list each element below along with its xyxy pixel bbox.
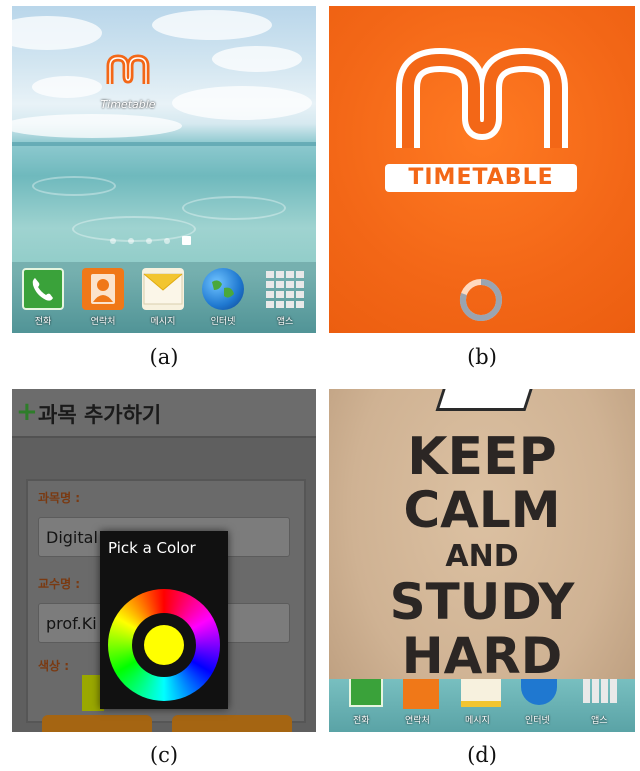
globe-icon[interactable] xyxy=(521,679,557,705)
poster-line: AND xyxy=(445,539,519,574)
color-picker-dialog: Pick a Color xyxy=(100,531,228,709)
page-dot-selected xyxy=(182,236,191,245)
water-ripple xyxy=(32,176,116,196)
page-indicator xyxy=(110,236,191,245)
keep-calm-panel: KEEP CALM AND STUDY HARD 전화 연락처 메시지 인터넷 … xyxy=(329,389,635,732)
phone-icon[interactable] xyxy=(349,679,383,707)
dock-label: 연락처 xyxy=(405,716,430,726)
header-divider xyxy=(12,436,316,438)
phone-icon xyxy=(22,268,64,310)
dock-label: 앱스 xyxy=(591,716,608,726)
cloud xyxy=(12,16,102,50)
picker-title: Pick a Color xyxy=(108,539,196,557)
dock-item-apps[interactable]: 앱스 xyxy=(262,268,308,327)
contacts-icon[interactable] xyxy=(403,679,439,709)
caption-a: (a) xyxy=(149,345,179,369)
apps-grid-icon xyxy=(264,268,306,310)
horizon-line xyxy=(12,142,316,146)
book-graphic xyxy=(435,389,537,411)
brand-wordmark-plate: TIMETABLE xyxy=(385,164,577,192)
cancel-button[interactable] xyxy=(172,715,292,732)
plus-icon: + xyxy=(16,397,38,427)
cloud xyxy=(212,46,302,72)
app-label[interactable]: Timetable xyxy=(92,98,164,111)
page-dot xyxy=(164,237,170,244)
caption-b: (b) xyxy=(467,345,497,369)
color-wheel[interactable] xyxy=(108,589,220,701)
dock-item-contacts[interactable]: 연락처 xyxy=(80,268,126,327)
course-name-label: 과목명 : xyxy=(38,491,81,505)
contacts-icon xyxy=(82,268,124,310)
splash-screen-panel: TIMETABLE xyxy=(329,6,635,333)
dock-item-internet[interactable]: 인터넷 xyxy=(200,268,246,327)
dock-label: 인터넷 xyxy=(525,716,550,726)
brand-wordmark: TIMETABLE xyxy=(408,165,554,190)
poster-line: CALM xyxy=(403,481,561,539)
dock-label: 연락처 xyxy=(90,317,116,327)
dock-label: 앱스 xyxy=(276,317,294,327)
dock-label: 전화 xyxy=(34,317,52,327)
page-dot xyxy=(110,237,116,244)
poster-line: HARD xyxy=(401,627,563,685)
dock-item-messages[interactable]: 메시지 xyxy=(140,268,186,327)
dock-bar: 전화 연락처 메시지 인터넷 앱스 xyxy=(329,679,635,732)
page-title: 과목 추가하기 xyxy=(38,403,162,427)
timetable-logo-icon xyxy=(396,48,568,148)
dock-label: 메시지 xyxy=(465,716,490,726)
timetable-app-icon[interactable] xyxy=(106,54,150,88)
message-icon xyxy=(142,268,184,310)
add-course-panel: + 과목 추가하기 과목명 : Digital 교수명 : prof.Ki 색상… xyxy=(12,389,316,732)
poster-line: STUDY xyxy=(389,573,575,631)
home-screen-panel: Timetable 전화 연락처 메시지 인터넷 앱스 xyxy=(12,6,316,333)
cloud xyxy=(12,114,182,138)
loading-spinner-icon xyxy=(459,279,502,321)
dock-item-phone[interactable]: 전화 xyxy=(20,268,66,327)
caption-d: (d) xyxy=(467,743,497,767)
screen-header: + 과목 추가하기 xyxy=(12,389,316,436)
water-ripple xyxy=(182,196,286,220)
caption-c: (c) xyxy=(149,743,179,767)
selected-color-preview[interactable] xyxy=(144,625,184,665)
color-label: 색상 : xyxy=(38,659,70,673)
message-icon[interactable] xyxy=(461,679,501,707)
apps-grid-icon[interactable] xyxy=(583,679,619,703)
page-dot xyxy=(128,237,134,244)
professor-label: 교수명 : xyxy=(38,577,81,591)
cloud xyxy=(172,86,312,120)
dock-label: 메시지 xyxy=(150,317,176,327)
confirm-button[interactable] xyxy=(42,715,152,732)
dock-label: 전화 xyxy=(353,716,370,726)
cloud xyxy=(152,10,272,40)
poster-line: KEEP xyxy=(407,427,557,487)
page-dot xyxy=(146,237,152,244)
cloud xyxy=(32,76,102,98)
dock-label: 인터넷 xyxy=(210,317,236,327)
globe-icon xyxy=(202,268,244,310)
